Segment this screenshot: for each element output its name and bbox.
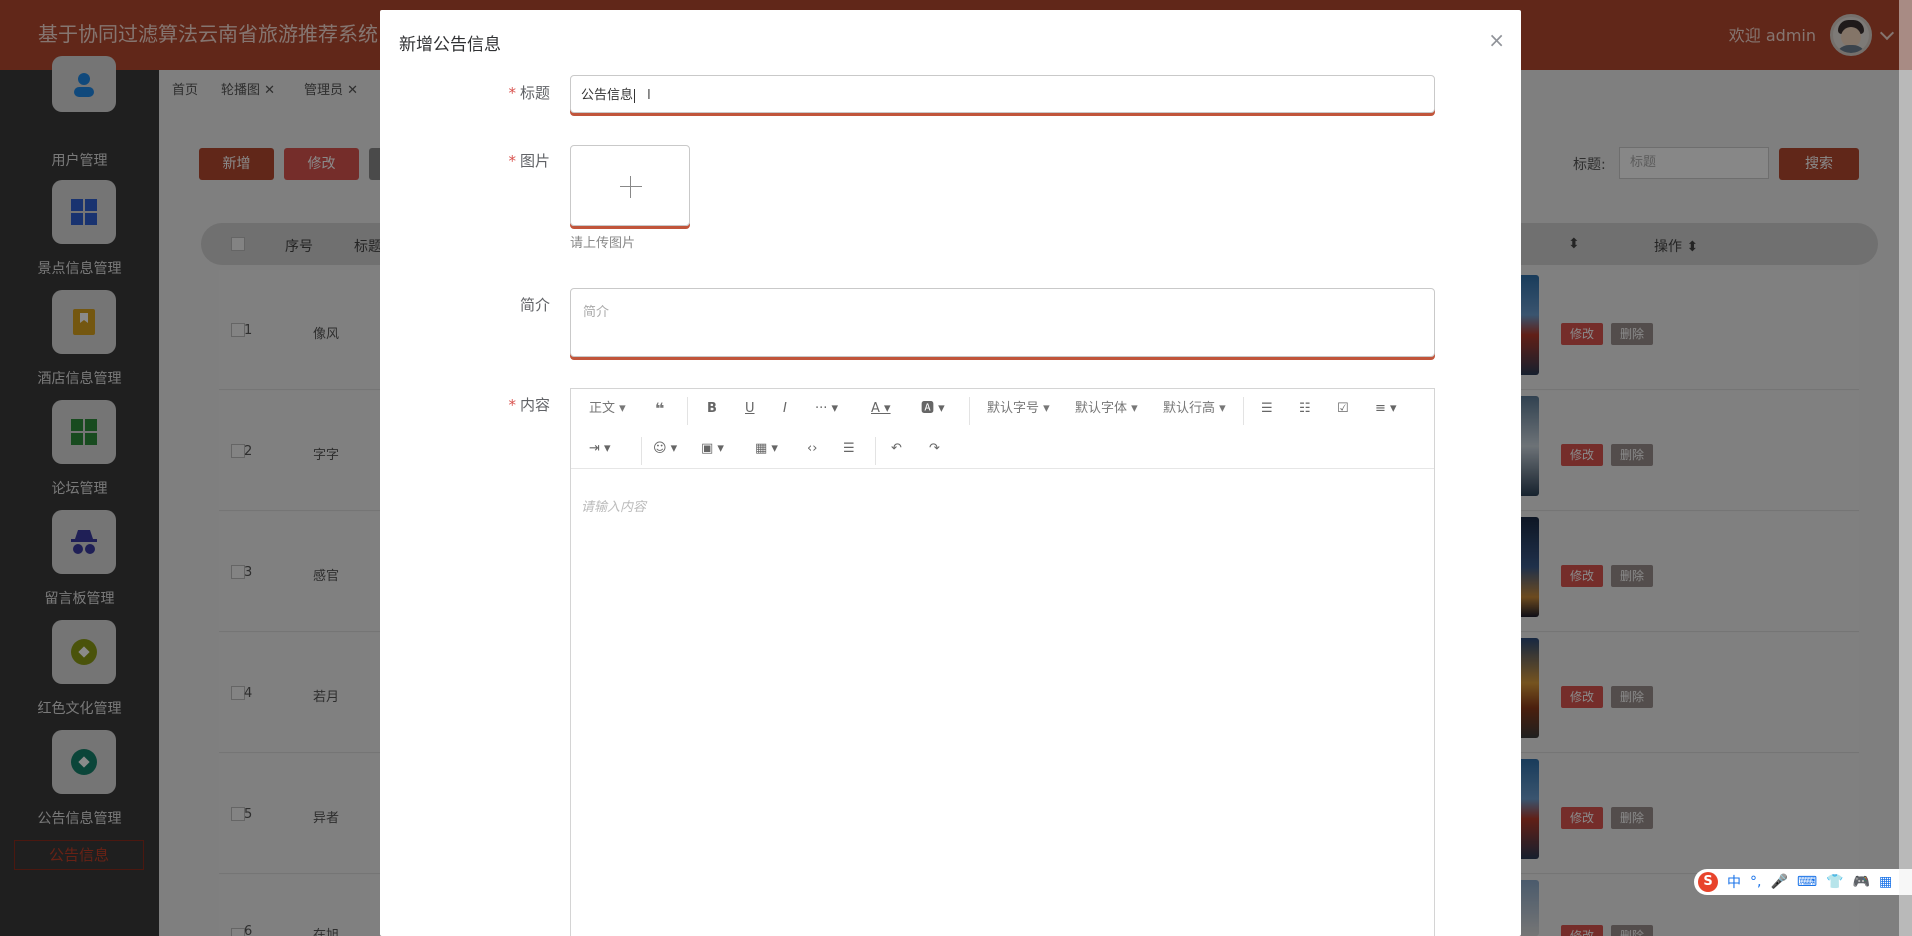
table-icon[interactable]: ▦ ▾ xyxy=(755,439,778,459)
add-notice-dialog: 新增公告信息 × * 标题 公告信息 I * 图片 请上传图片 简介 简介 * 内容 正… xyxy=(380,10,1521,936)
font-color-icon[interactable]: A ▾ xyxy=(871,399,891,419)
image-upload[interactable] xyxy=(570,145,690,226)
image-icon[interactable]: ▣ ▾ xyxy=(701,439,724,459)
plus-icon xyxy=(620,186,642,187)
underline-icon[interactable]: U xyxy=(745,399,755,419)
editor-toolbar: 正文 ▾ ❝ B U I ··· ▾ A ▾ 🅰 ▾ 默认字号 ▾ 默认字体 ▾… xyxy=(571,389,1434,469)
game-icon[interactable]: 🎮 xyxy=(1853,874,1870,890)
intro-textarea[interactable]: 简介 xyxy=(570,288,1435,357)
title-label: * 标题 xyxy=(508,84,550,102)
font-size-select[interactable]: 默认字号 ▾ xyxy=(987,399,1050,419)
font-family-select[interactable]: 默认字体 ▾ xyxy=(1075,399,1138,419)
more-icon[interactable]: ··· ▾ xyxy=(815,399,838,419)
rich-text-editor: 正文 ▾ ❝ B U I ··· ▾ A ▾ 🅰 ▾ 默认字号 ▾ 默认字体 ▾… xyxy=(570,388,1435,936)
dialog-title: 新增公告信息 xyxy=(399,35,501,55)
paragraph-select[interactable]: 正文 ▾ xyxy=(589,399,626,419)
bg-color-icon[interactable]: 🅰 ▾ xyxy=(921,399,945,419)
undo-icon[interactable]: ↶ xyxy=(891,439,902,459)
skin-icon[interactable]: 👕 xyxy=(1826,874,1843,890)
code-icon[interactable]: ‹› xyxy=(807,439,817,459)
plus-icon xyxy=(630,176,631,198)
redo-icon[interactable]: ↷ xyxy=(929,439,940,459)
chinese-mode-icon[interactable]: 中 xyxy=(1727,872,1741,892)
text-cursor-icon: I xyxy=(647,88,651,103)
title-input[interactable]: 公告信息 I xyxy=(570,75,1435,113)
ime-toolbar[interactable]: S 中 °, 🎤 ⌨ 👕 🎮 ▦ xyxy=(1694,869,1912,895)
image-label: * 图片 xyxy=(508,152,550,170)
numbered-list-icon[interactable]: ☷ xyxy=(1299,399,1311,419)
intro-label: 简介 xyxy=(519,296,550,314)
keyboard-icon[interactable]: ⌨ xyxy=(1797,874,1817,890)
todo-icon[interactable]: ☑ xyxy=(1337,399,1349,419)
page-scrollbar[interactable] xyxy=(1899,0,1912,936)
microphone-icon[interactable]: 🎤 xyxy=(1770,874,1787,890)
editor-placeholder[interactable]: 请输入内容 xyxy=(581,496,646,515)
bullet-list-icon[interactable]: ☰ xyxy=(1261,399,1273,419)
italic-icon[interactable]: I xyxy=(783,399,787,419)
divider-icon[interactable]: ☰ xyxy=(843,439,855,459)
content-label: * 内容 xyxy=(508,396,550,414)
line-height-select[interactable]: 默认行高 ▾ xyxy=(1163,399,1226,419)
upload-tip: 请上传图片 xyxy=(570,236,636,251)
bold-icon[interactable]: B xyxy=(707,399,717,419)
emoji-icon[interactable]: ☺ ▾ xyxy=(653,439,677,459)
apps-icon[interactable]: ▦ xyxy=(1879,874,1892,890)
sogou-icon[interactable]: S xyxy=(1698,872,1718,892)
close-icon[interactable]: × xyxy=(1488,30,1505,50)
indent-icon[interactable]: ⇥ ▾ xyxy=(589,439,611,459)
punctuation-icon[interactable]: °, xyxy=(1750,874,1761,890)
align-icon[interactable]: ≡ ▾ xyxy=(1375,399,1397,419)
quote-icon[interactable]: ❝ xyxy=(655,399,664,419)
